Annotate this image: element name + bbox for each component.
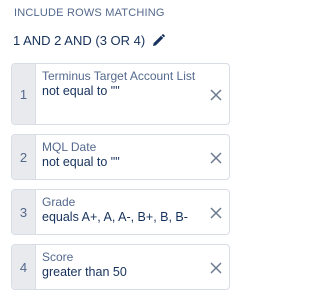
filter-item-3[interactable]: 3 Grade equals A+, A, A-, B+, B, B-	[11, 189, 230, 235]
close-icon[interactable]	[210, 261, 222, 274]
filter-condition: not equal to ""	[42, 155, 120, 169]
filter-panel: INCLUDE ROWS MATCHING 1 AND 2 AND (3 OR …	[0, 0, 243, 299]
pencil-icon[interactable]	[151, 34, 165, 48]
filter-body: MQL Date not equal to ""	[36, 135, 229, 179]
section-title: INCLUDE ROWS MATCHING	[14, 7, 165, 19]
close-icon[interactable]	[210, 88, 222, 101]
filter-field: Score	[42, 250, 74, 264]
filter-condition: equals A+, A, A-, B+, B, B-	[42, 210, 188, 224]
filter-body: Score greater than 50	[36, 245, 229, 289]
filter-field: MQL Date	[42, 140, 97, 154]
filter-logic: 1 AND 2 AND (3 OR 4)	[13, 33, 165, 48]
filter-number: 2	[12, 135, 36, 179]
filter-number: 4	[12, 245, 36, 289]
filter-body: Grade equals A+, A, A-, B+, B, B-	[36, 190, 229, 234]
close-icon[interactable]	[210, 151, 222, 164]
filter-condition: not equal to ""	[42, 84, 120, 98]
filter-body: Terminus Target Account List not equal t…	[36, 64, 229, 124]
filter-field: Terminus Target Account List	[42, 69, 196, 83]
filter-field: Grade	[42, 195, 76, 209]
filter-item-2[interactable]: 2 MQL Date not equal to ""	[11, 134, 230, 180]
filter-number: 1	[12, 64, 36, 124]
filter-item-1[interactable]: 1 Terminus Target Account List not equal…	[11, 63, 230, 125]
filter-condition: greater than 50	[42, 265, 127, 279]
filter-logic-text: 1 AND 2 AND (3 OR 4)	[13, 33, 146, 48]
close-icon[interactable]	[210, 206, 222, 219]
filter-item-4[interactable]: 4 Score greater than 50	[11, 244, 230, 290]
filter-list: 1 Terminus Target Account List not equal…	[11, 63, 230, 299]
filter-number: 3	[12, 190, 36, 234]
